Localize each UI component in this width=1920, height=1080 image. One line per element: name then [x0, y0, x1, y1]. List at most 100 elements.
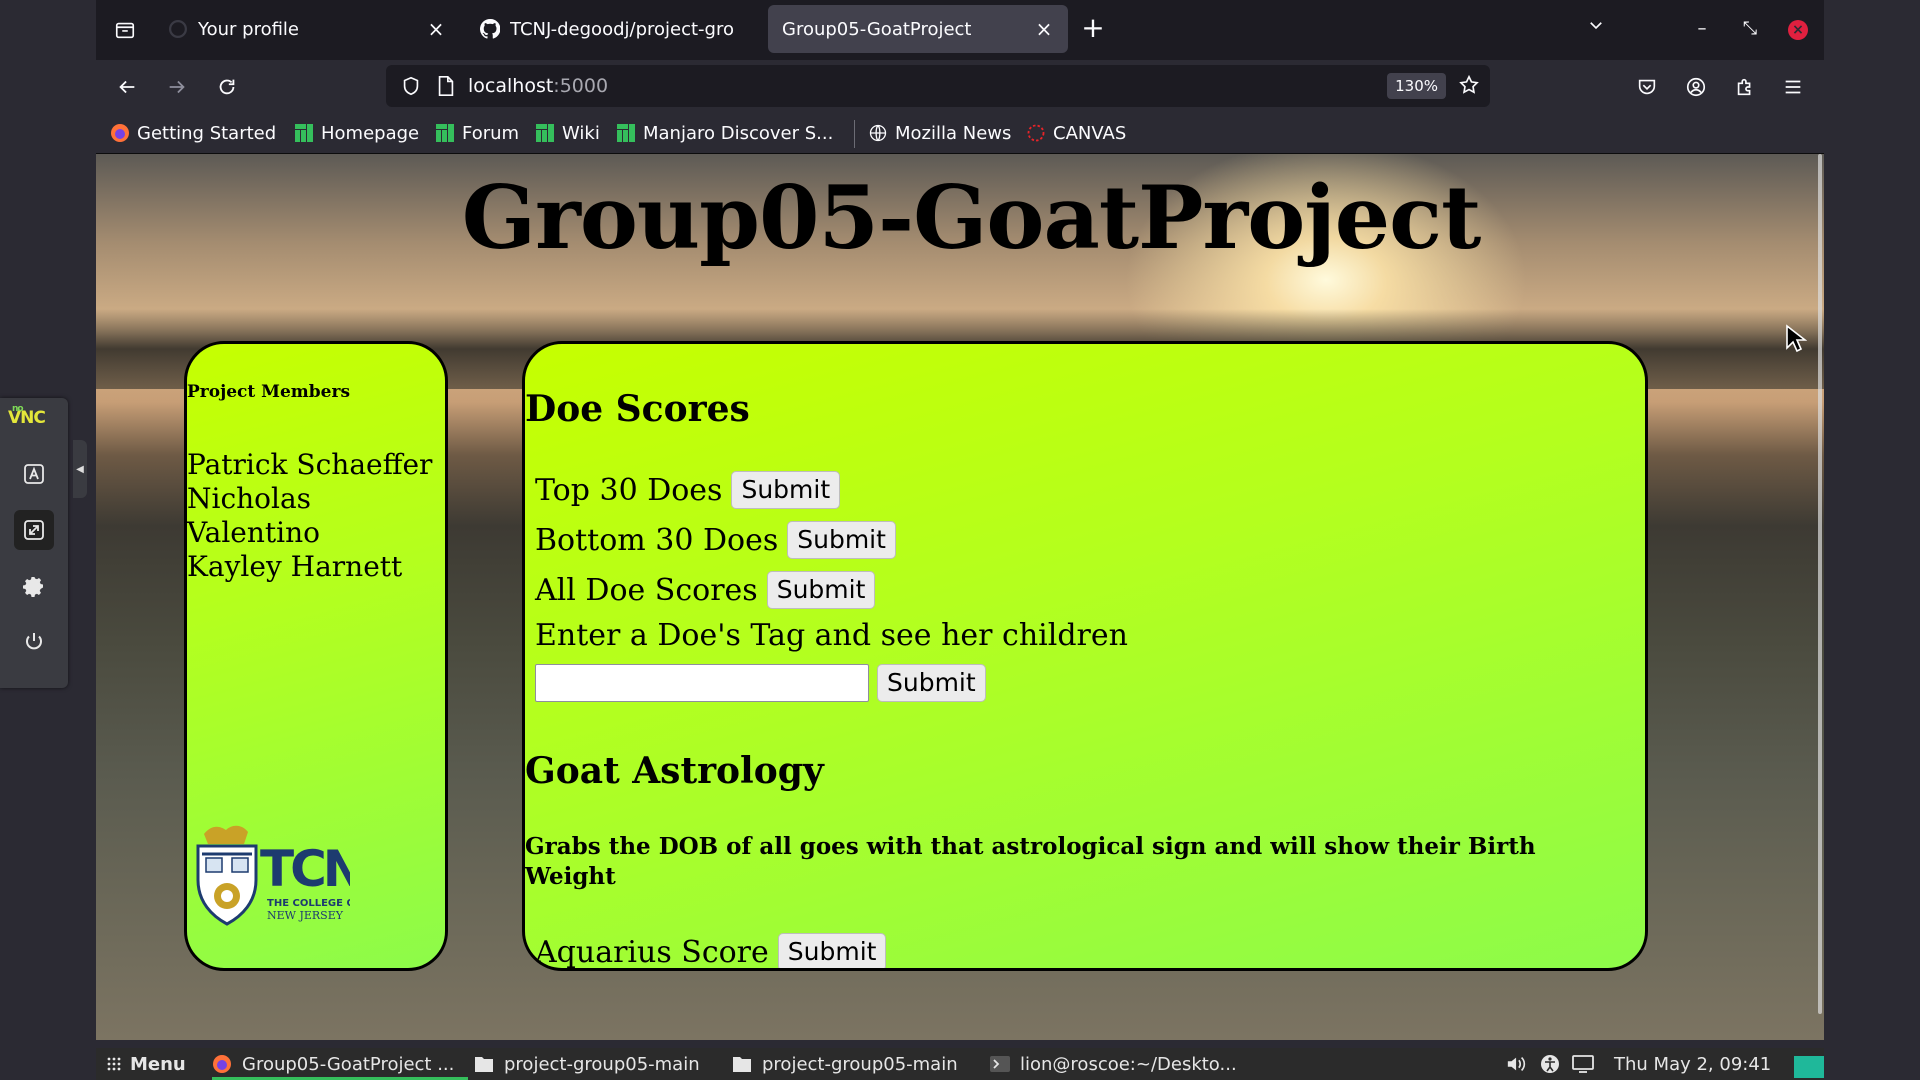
- new-tab-button[interactable]: +: [1076, 12, 1110, 46]
- doe-tag-submit-button[interactable]: Submit: [877, 664, 986, 702]
- tcnj-wordmark: TCNJ: [260, 840, 350, 898]
- member-name: Kayley Harnett: [187, 550, 403, 583]
- keyboard-icon[interactable]: [14, 454, 54, 494]
- settings-gear-icon[interactable]: [14, 566, 54, 606]
- close-window-icon[interactable]: ×: [1788, 20, 1808, 40]
- top-30-does-row: Top 30 Does Submit: [535, 471, 841, 509]
- url-bar[interactable]: localhost:5000 130%: [386, 65, 1490, 107]
- start-menu-button[interactable]: Menu: [104, 1048, 186, 1080]
- tab-close-icon[interactable]: ×: [1034, 17, 1054, 41]
- bookmark-label: Forum: [462, 122, 520, 144]
- manjaro-icon: [294, 123, 314, 143]
- taskbar-item-folder[interactable]: project-group05-main: [732, 1048, 958, 1080]
- doe-tag-prompt: Enter a Doe's Tag and see her children: [535, 618, 1128, 653]
- taskbar-item-terminal[interactable]: lion@roscoe:~/Deskto...: [990, 1048, 1237, 1080]
- taskbar-item-label: project-group05-main: [504, 1053, 700, 1075]
- aquarius-score-submit-button[interactable]: Submit: [777, 933, 887, 968]
- all-doe-scores-label: All Doe Scores: [535, 572, 758, 608]
- aquarius-score-row: Aquarius Score Submit: [535, 933, 887, 968]
- zoom-level-badge[interactable]: 130%: [1387, 73, 1446, 99]
- doe-tag-input[interactable]: [535, 664, 869, 702]
- window-bottom-edge: [96, 1040, 1824, 1048]
- mouse-cursor-icon: [1786, 324, 1807, 353]
- taskbar-item-label: lion@roscoe:~/Deskto...: [1020, 1053, 1237, 1075]
- tab-title: Group05-GoatProject: [782, 18, 972, 40]
- bookmark-wiki[interactable]: Wiki: [535, 120, 600, 146]
- page-icon[interactable]: [436, 75, 456, 101]
- members-list: Patrick Schaeffer Nicholas Valentino Kay…: [187, 448, 432, 584]
- bottom-30-does-label: Bottom 30 Does: [535, 522, 779, 558]
- all-doe-scores-submit-button[interactable]: Submit: [766, 571, 876, 609]
- tab-list-icon[interactable]: [108, 14, 142, 46]
- project-members-card: Project Members Patrick Schaeffer Nichol…: [184, 341, 448, 971]
- bookmark-forum[interactable]: Forum: [435, 120, 519, 146]
- globe-icon: [868, 123, 888, 143]
- restore-icon[interactable]: ⤡: [1736, 16, 1764, 44]
- browser-navigation-bar: localhost:5000 130%: [96, 60, 1824, 112]
- back-icon[interactable]: [110, 70, 144, 104]
- manjaro-icon: [435, 123, 455, 143]
- tab-title: TCNJ-degoodj/project-gro: [510, 18, 734, 40]
- novnc-logo: no VNC: [8, 404, 46, 428]
- goat-astrology-heading: Goat Astrology: [525, 750, 824, 792]
- menu-label: Menu: [130, 1053, 186, 1075]
- tab-group05-goatproject[interactable]: Group05-GoatProject ×: [768, 5, 1068, 53]
- tcnj-subtitle-line1: THE COLLEGE OF: [267, 898, 350, 909]
- member-name: Patrick Schaeffer: [187, 448, 433, 481]
- taskbar-item-firefox[interactable]: Group05-GoatProject ...: [212, 1048, 468, 1080]
- reload-icon[interactable]: [210, 70, 244, 104]
- bookmark-manjaro-discover[interactable]: Manjaro Discover S...: [616, 120, 833, 146]
- novnc-panel-toggle[interactable]: ◀: [73, 440, 87, 498]
- bookmark-separator: [854, 120, 855, 148]
- firefox-icon: [110, 123, 130, 143]
- members-heading: Project Members: [187, 382, 351, 402]
- folder-icon: [732, 1054, 752, 1074]
- manjaro-icon: [535, 123, 555, 143]
- bookmark-homepage[interactable]: Homepage: [294, 120, 419, 146]
- github-icon: [168, 19, 188, 39]
- minimize-icon[interactable]: –: [1688, 16, 1716, 44]
- member-name: Valentino: [187, 516, 320, 549]
- all-doe-scores-row: All Doe Scores Submit: [535, 571, 876, 609]
- bookmark-star-icon[interactable]: [1458, 74, 1480, 100]
- tray-indicator[interactable]: [1794, 1056, 1824, 1078]
- bottom-30-does-submit-button[interactable]: Submit: [787, 521, 896, 559]
- forward-icon[interactable]: [160, 70, 194, 104]
- taskbar-item-label: project-group05-main: [762, 1053, 958, 1075]
- terminal-icon: [990, 1054, 1010, 1074]
- apps-grid-icon: [104, 1054, 124, 1074]
- doe-scores-card: Doe Scores Top 30 Does Submit Bottom 30 …: [522, 341, 1648, 971]
- account-icon[interactable]: [1679, 70, 1713, 104]
- clock[interactable]: Thu May 2, 09:41: [1614, 1048, 1771, 1080]
- extensions-icon[interactable]: [1728, 70, 1762, 104]
- taskbar: Menu Group05-GoatProject ... project-gro…: [96, 1048, 1824, 1080]
- bookmark-mozilla-news[interactable]: Mozilla News: [868, 120, 1011, 146]
- firefox-icon: [212, 1054, 232, 1074]
- volume-icon[interactable]: [1506, 1048, 1528, 1080]
- bookmark-getting-started[interactable]: Getting Started: [110, 120, 276, 146]
- bookmark-label: Homepage: [321, 122, 420, 144]
- pocket-icon[interactable]: [1630, 70, 1664, 104]
- canvas-icon: [1026, 123, 1046, 143]
- display-icon[interactable]: [1572, 1048, 1594, 1080]
- page-viewport: Group05-GoatProject Project Members Patr…: [96, 154, 1824, 1040]
- goat-astrology-description: Grabs the DOB of all goes with that astr…: [525, 833, 1536, 890]
- hamburger-menu-icon[interactable]: [1776, 70, 1810, 104]
- tab-your-profile[interactable]: Your profile ×: [154, 5, 460, 53]
- bookmark-label: Mozilla News: [895, 122, 1012, 144]
- url-text[interactable]: localhost:5000: [468, 75, 608, 97]
- page-scrollbar[interactable]: [1818, 154, 1822, 1014]
- shield-icon[interactable]: [400, 75, 422, 101]
- github-icon: [480, 19, 500, 39]
- tab-close-icon[interactable]: ×: [426, 17, 446, 41]
- top-30-does-submit-button[interactable]: Submit: [731, 471, 841, 509]
- taskbar-item-folder[interactable]: project-group05-main: [474, 1048, 700, 1080]
- chevron-down-icon[interactable]: [1582, 16, 1610, 44]
- accessibility-icon[interactable]: [1540, 1048, 1560, 1080]
- bookmark-canvas[interactable]: CANVAS: [1026, 120, 1126, 146]
- power-icon[interactable]: [14, 622, 54, 662]
- bottom-30-does-row: Bottom 30 Does Submit: [535, 521, 896, 559]
- fullscreen-icon[interactable]: [14, 510, 54, 550]
- novnc-control-panel: no VNC: [0, 398, 68, 688]
- tcnj-subtitle-line2: NEW JERSEY: [267, 909, 344, 922]
